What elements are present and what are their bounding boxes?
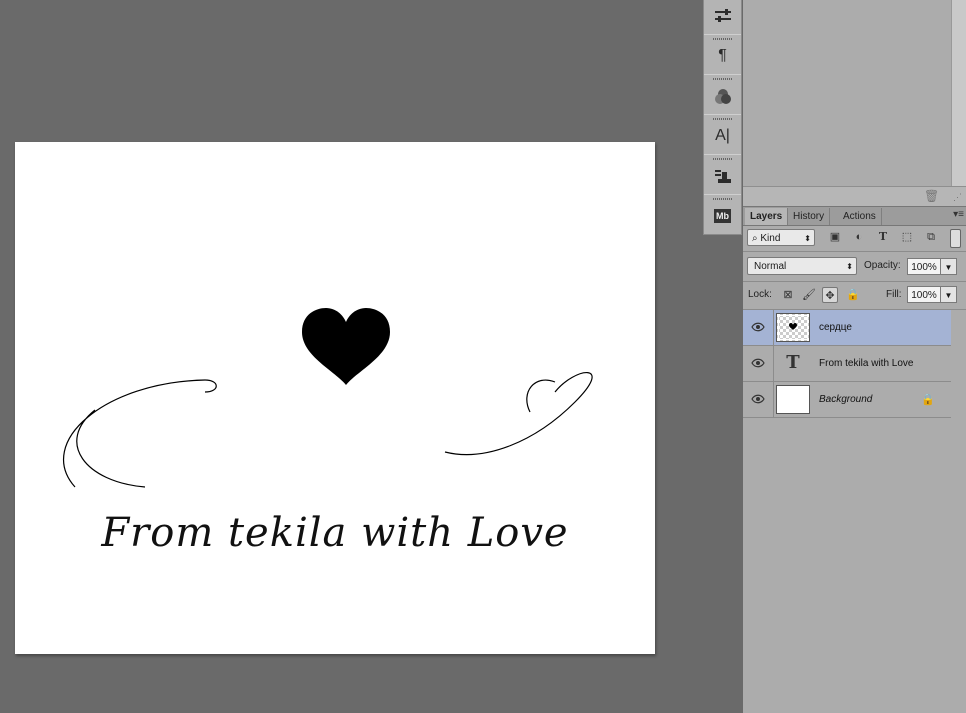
fill-field[interactable]: 100%	[907, 286, 941, 303]
layer-row[interactable]: сердце	[743, 310, 951, 346]
chevron-updown-icon: ⬍	[804, 234, 811, 243]
layer-row[interactable]: T From tekila with Love	[743, 346, 951, 382]
filter-type-icon[interactable]: T	[876, 230, 890, 244]
lock-position-icon[interactable]: ✥	[822, 287, 838, 303]
opacity-dropdown-button[interactable]: ▼	[941, 258, 957, 275]
grip-handle[interactable]	[713, 158, 732, 160]
strip-item-character[interactable]: A|	[704, 114, 741, 155]
layers-panel: Layers History Actions ▾≡ ⌕ Kind ⬍ ▣ ◐ T…	[743, 206, 966, 713]
flourish-left	[62, 379, 217, 488]
strip-item-channels[interactable]	[704, 74, 741, 115]
panel-icon-strip: ¶ A| Mb	[703, 0, 742, 235]
canvas-art	[62, 308, 593, 488]
layer-thumbnail	[776, 385, 810, 414]
resize-grip-icon[interactable]: ⋰	[953, 192, 962, 203]
eye-icon	[751, 322, 765, 332]
trash-icon[interactable]: 🗑	[924, 189, 939, 203]
panel-tabs: Layers History Actions ▾≡	[743, 207, 966, 226]
lock-all-icon[interactable]: 🔒	[845, 287, 861, 303]
layer-name[interactable]: From tekila with Love	[819, 346, 913, 381]
filter-toggle[interactable]	[950, 229, 961, 248]
upper-panel-area	[743, 0, 951, 186]
opacity-label: Opacity:	[864, 260, 901, 271]
tab-history[interactable]: History	[788, 208, 831, 225]
strip-item-paragraph[interactable]: ¶	[704, 34, 741, 75]
clone-source-icon	[710, 165, 735, 187]
filter-smart-object-icon[interactable]: ⧉	[924, 230, 938, 244]
paragraph-icon: ¶	[718, 47, 727, 64]
filter-shape-icon[interactable]: ⬚	[900, 230, 914, 244]
document-canvas[interactable]: From tekila with Love	[15, 142, 655, 654]
opacity-field[interactable]: 100%	[907, 258, 941, 275]
mini-bridge-icon: Mb	[714, 209, 731, 223]
tab-layers[interactable]: Layers	[745, 208, 789, 225]
strip-item-mini-bridge[interactable]: Mb	[704, 194, 741, 235]
heart-thumb-icon	[789, 323, 797, 330]
canvas-text: From tekila with Love	[101, 510, 569, 556]
fill-dropdown-button[interactable]: ▼	[941, 286, 957, 303]
grip-handle[interactable]	[713, 198, 732, 200]
flourish-right	[444, 372, 593, 456]
lock-image-icon[interactable]: 🖌	[801, 287, 817, 303]
layer-row[interactable]: Background 🔒	[743, 382, 951, 418]
lock-icon[interactable]: 🔒	[921, 393, 935, 406]
grip-handle[interactable]	[713, 78, 732, 80]
lock-transparent-icon[interactable]: ⊠	[780, 287, 796, 303]
strip-item-clone-source[interactable]	[704, 154, 741, 195]
fill-label: Fill:	[886, 289, 902, 300]
filter-adjustment-icon[interactable]: ◐	[852, 230, 866, 244]
heart-shape	[302, 308, 390, 385]
eye-icon	[751, 394, 765, 404]
visibility-toggle[interactable]	[743, 382, 774, 417]
lock-label: Lock:	[748, 289, 772, 300]
filter-kind-select[interactable]: ⌕ Kind ⬍	[747, 229, 815, 246]
channels-icon	[710, 85, 735, 107]
visibility-toggle[interactable]	[743, 310, 774, 345]
grip-handle[interactable]	[713, 38, 732, 40]
panel-menu-icon[interactable]: ▾≡	[953, 209, 964, 220]
layers-list: сердце T From tekila with Love Backgroun…	[743, 310, 951, 418]
layer-name[interactable]: сердце	[819, 310, 852, 345]
grip-handle[interactable]	[713, 118, 732, 120]
divider	[743, 281, 966, 282]
layer-thumbnail	[776, 313, 810, 342]
filter-pixel-icon[interactable]: ▣	[828, 230, 842, 244]
layer-name[interactable]: Background	[819, 382, 872, 417]
chevron-updown-icon: ⬍	[846, 262, 853, 271]
tab-actions[interactable]: Actions	[838, 208, 882, 225]
eye-icon	[751, 358, 765, 368]
character-icon: A|	[715, 127, 730, 144]
brush-presets-icon	[710, 5, 735, 27]
blend-mode-select[interactable]: Normal ⬍	[747, 257, 857, 275]
text-layer-icon: T	[786, 352, 800, 373]
divider	[743, 251, 966, 252]
strip-item-brush-presets[interactable]	[704, 0, 741, 35]
visibility-toggle[interactable]	[743, 346, 774, 381]
